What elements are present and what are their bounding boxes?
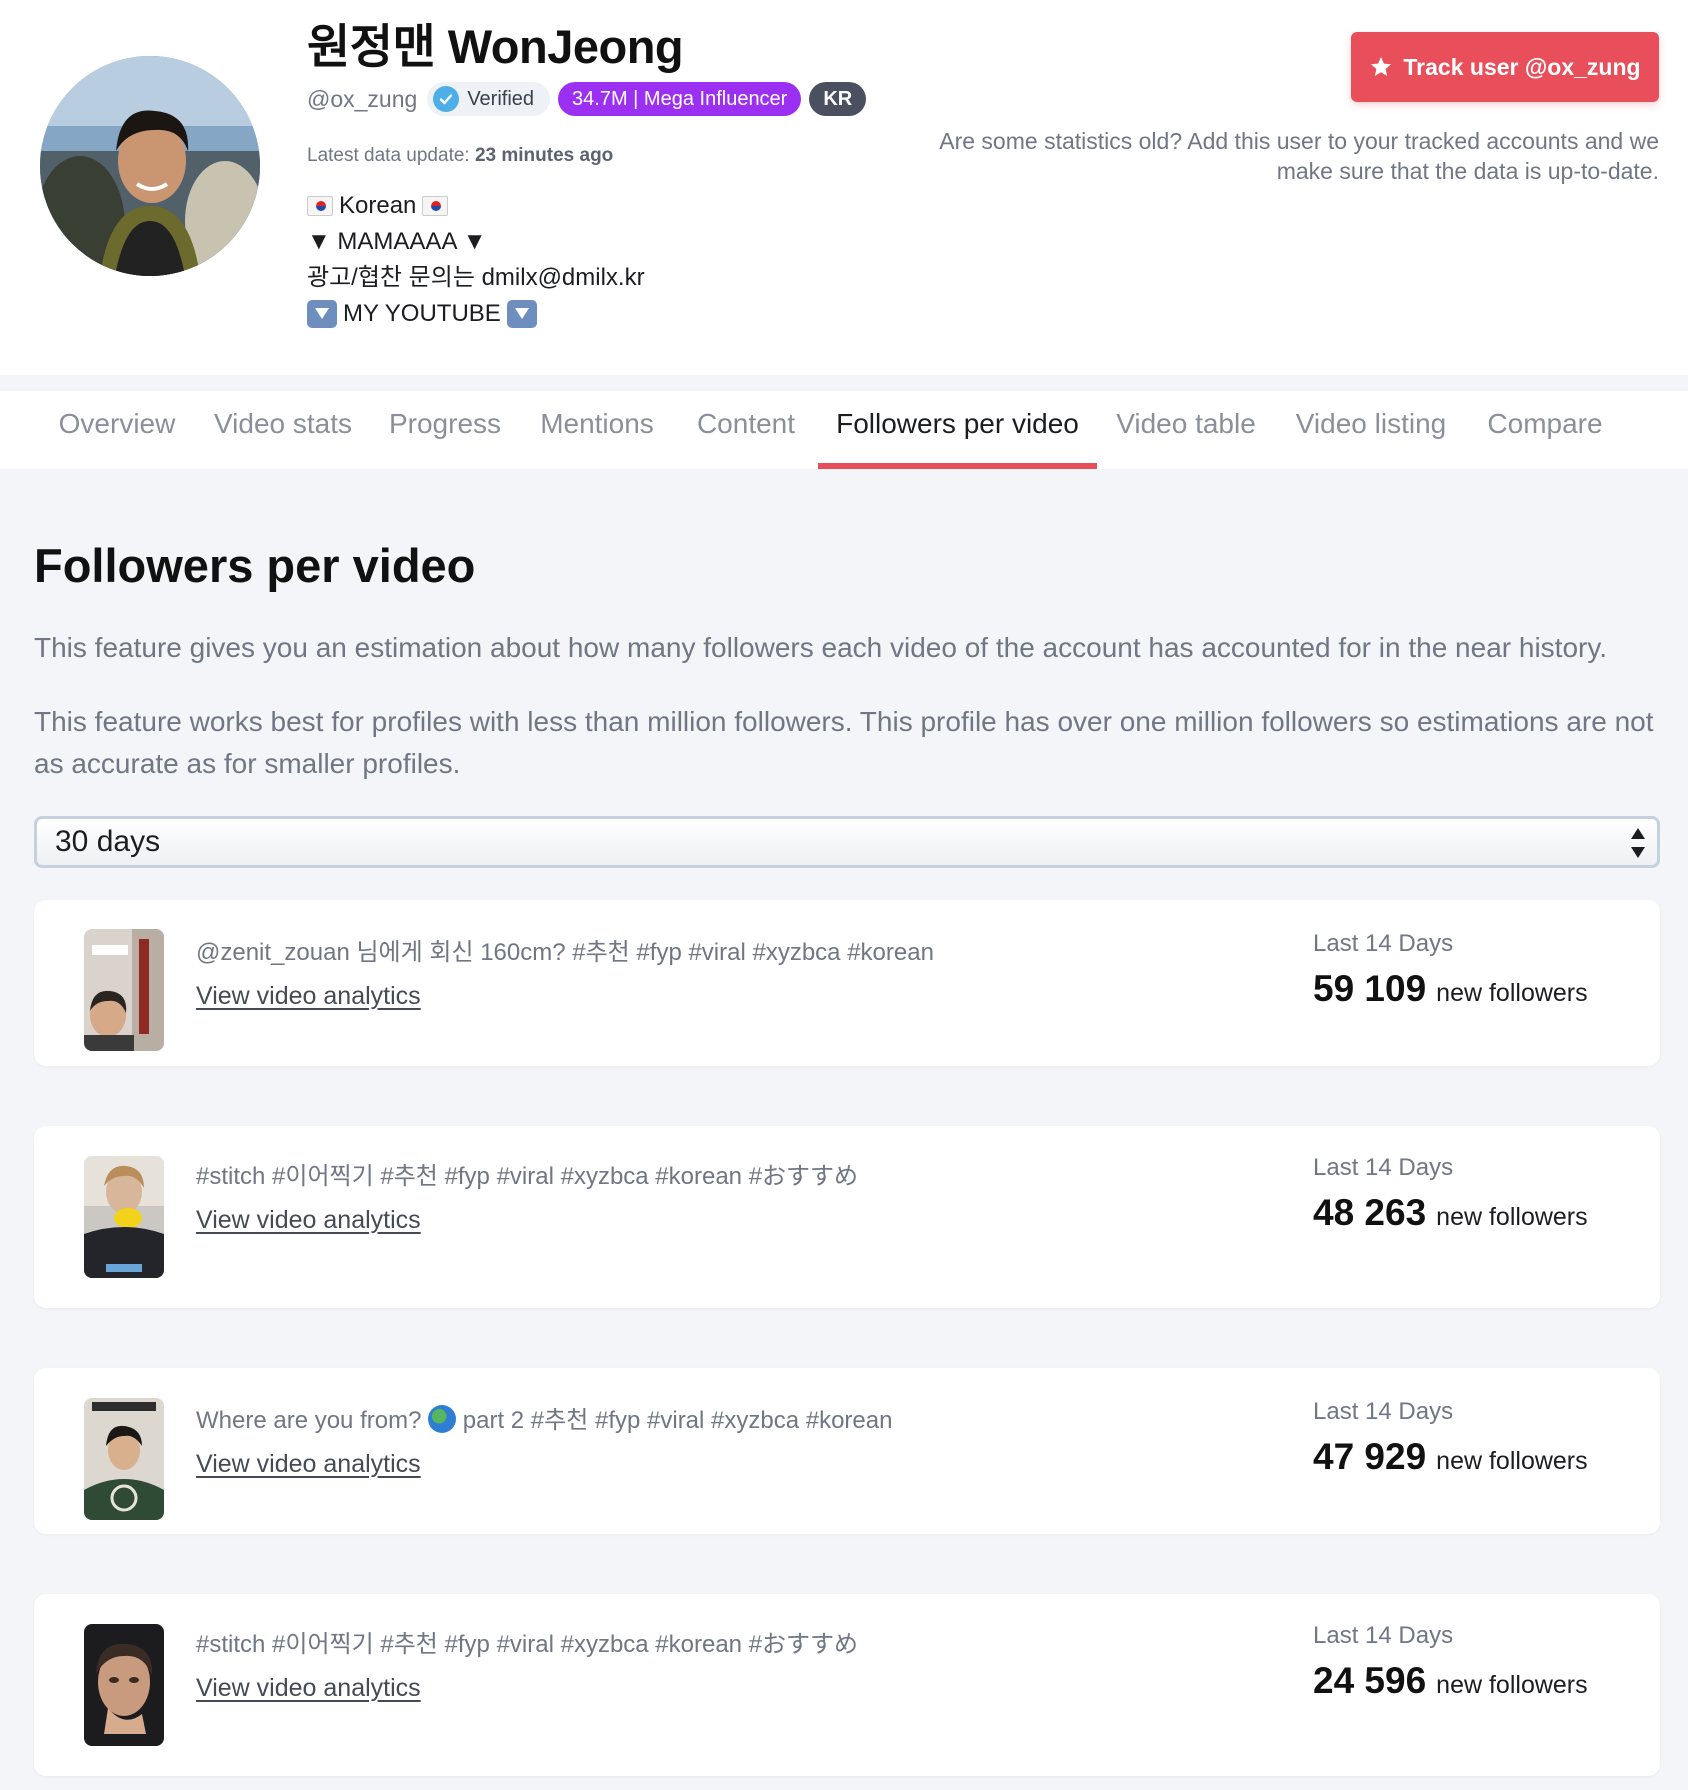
video-thumbnail[interactable] (84, 1624, 164, 1746)
country-badge: KR (809, 82, 867, 116)
bio-line: 광고/협찬 문의는 dmilx@dmilx.kr (307, 260, 645, 296)
period-label: Last 14 Days (1313, 930, 1454, 957)
tab-compare[interactable]: Compare (1474, 391, 1616, 469)
track-user-label: Track user @ox_zung (1403, 53, 1641, 80)
verified-badge: Verified (427, 82, 551, 116)
new-followers-count: 24 596 (1313, 1660, 1427, 1701)
video-card: #stitch #이어찍기 #추천 #fyp #viral #xyzbca #k… (34, 1126, 1660, 1308)
page-title: Followers per video (34, 539, 476, 592)
new-followers-label: new followers (1436, 1447, 1588, 1475)
new-followers-stat: 24 596 new followers (1313, 1660, 1588, 1702)
profile-display-name: 원정맨 WonJeong (307, 20, 684, 73)
profile-bio: Korean ▼ MAMAAAA ▼ 광고/협찬 문의는 dmilx@dmilx… (307, 188, 645, 332)
tab-overview[interactable]: Overview (34, 391, 200, 469)
down-arrow-box-icon (506, 300, 537, 328)
time-range-value: 30 days (55, 825, 161, 858)
caption-text: part 2 #추천 #fyp #viral #xyzbca #korean (462, 1407, 893, 1434)
profile-meta-row: @ox_zung Verified 34.7M | Mega Influence… (307, 82, 867, 116)
tab-followers-per-video[interactable]: Followers per video (818, 391, 1097, 469)
select-updown-icon (1631, 828, 1645, 858)
latest-update-value: 23 minutes ago (474, 145, 614, 166)
video-thumbnail[interactable] (84, 1156, 164, 1278)
profile-handle: @ox_zung (307, 85, 418, 112)
video-caption: Where are you from? part 2 #추천 #fyp #vir… (196, 1400, 892, 1435)
new-followers-label: new followers (1436, 979, 1588, 1007)
tab-progress[interactable]: Progress (376, 391, 514, 469)
video-caption: @zenit_zouan 님에게 회신 160cm? #추천 #fyp #vir… (196, 939, 934, 966)
video-card: Where are you from? part 2 #추천 #fyp #vir… (34, 1368, 1660, 1534)
tab-video-listing[interactable]: Video listing (1284, 391, 1458, 469)
down-arrow-box-icon (307, 300, 337, 328)
period-label: Last 14 Days (1313, 1154, 1454, 1181)
bio-line: Korean (307, 188, 645, 224)
bio-line-text: 광고/협찬 문의는 dmilx@dmilx.kr (307, 264, 645, 291)
tab-video-stats[interactable]: Video stats (200, 391, 366, 469)
star-icon (1371, 57, 1392, 76)
time-range-select[interactable]: 30 days (34, 816, 1660, 868)
track-user-button[interactable]: Track user @ox_zung (1351, 32, 1659, 102)
flag-kr-icon (307, 196, 333, 216)
bio-line-text: ▼ MAMAAAA ▼ (307, 228, 487, 255)
new-followers-count: 47 929 (1313, 1436, 1427, 1477)
feature-description: This feature gives you an estimation abo… (34, 632, 1608, 663)
bio-line-text: Korean (339, 192, 417, 219)
video-thumbnail[interactable] (84, 1398, 164, 1520)
avatar-photo (40, 56, 260, 276)
new-followers-label: new followers (1436, 1203, 1588, 1231)
video-thumbnail[interactable] (84, 929, 164, 1051)
flag-kr-icon (422, 196, 449, 216)
video-card: @zenit_zouan 님에게 회신 160cm? #추천 #fyp #vir… (34, 900, 1660, 1066)
verified-check-icon (433, 86, 460, 112)
latest-update-prefix: Latest data update: (307, 145, 470, 166)
accuracy-warning: This feature works best for profiles wit… (34, 706, 1654, 779)
profile-header: 원정맨 WonJeong @ox_zung Verified 34.7M | M… (0, 0, 1688, 375)
tab-content[interactable]: Content (680, 391, 812, 469)
globe-icon (428, 1405, 457, 1433)
tab-video-table[interactable]: Video table (1102, 391, 1270, 469)
tab-mentions[interactable]: Mentions (530, 391, 664, 469)
latest-update-text: Latest data update: 23 minutes ago (307, 145, 613, 167)
profile-avatar (40, 56, 260, 276)
new-followers-stat: 59 109 new followers (1313, 968, 1588, 1010)
period-label: Last 14 Days (1313, 1622, 1454, 1649)
caption-text: Where are you from? (196, 1407, 422, 1434)
view-video-analytics-link[interactable]: View video analytics (196, 982, 421, 1011)
period-label: Last 14 Days (1313, 1398, 1454, 1425)
new-followers-count: 59 109 (1313, 968, 1427, 1009)
video-caption: #stitch #이어찍기 #추천 #fyp #viral #xyzbca #k… (196, 1631, 859, 1658)
new-followers-label: new followers (1436, 1671, 1588, 1699)
view-video-analytics-link[interactable]: View video analytics (196, 1674, 421, 1703)
new-followers-stat: 47 929 new followers (1313, 1436, 1588, 1478)
view-video-analytics-link[interactable]: View video analytics (196, 1206, 421, 1235)
verified-label: Verified (467, 87, 535, 110)
bio-line-text: MY YOUTUBE (343, 300, 501, 327)
new-followers-count: 48 263 (1313, 1192, 1427, 1233)
new-followers-stat: 48 263 new followers (1313, 1192, 1588, 1234)
profile-tabs: Overview Video stats Progress Mentions C… (0, 391, 1688, 469)
bio-line: ▼ MAMAAAA ▼ (307, 224, 645, 260)
followers-tier-badge: 34.7M | Mega Influencer (558, 82, 802, 116)
view-video-analytics-link[interactable]: View video analytics (196, 1450, 421, 1479)
video-card: #stitch #이어찍기 #추천 #fyp #viral #xyzbca #k… (34, 1594, 1660, 1776)
video-caption: #stitch #이어찍기 #추천 #fyp #viral #xyzbca #k… (196, 1163, 859, 1190)
stale-data-note: Are some statistics old? Add this user t… (939, 128, 1659, 184)
bio-line: MY YOUTUBE (307, 296, 645, 332)
